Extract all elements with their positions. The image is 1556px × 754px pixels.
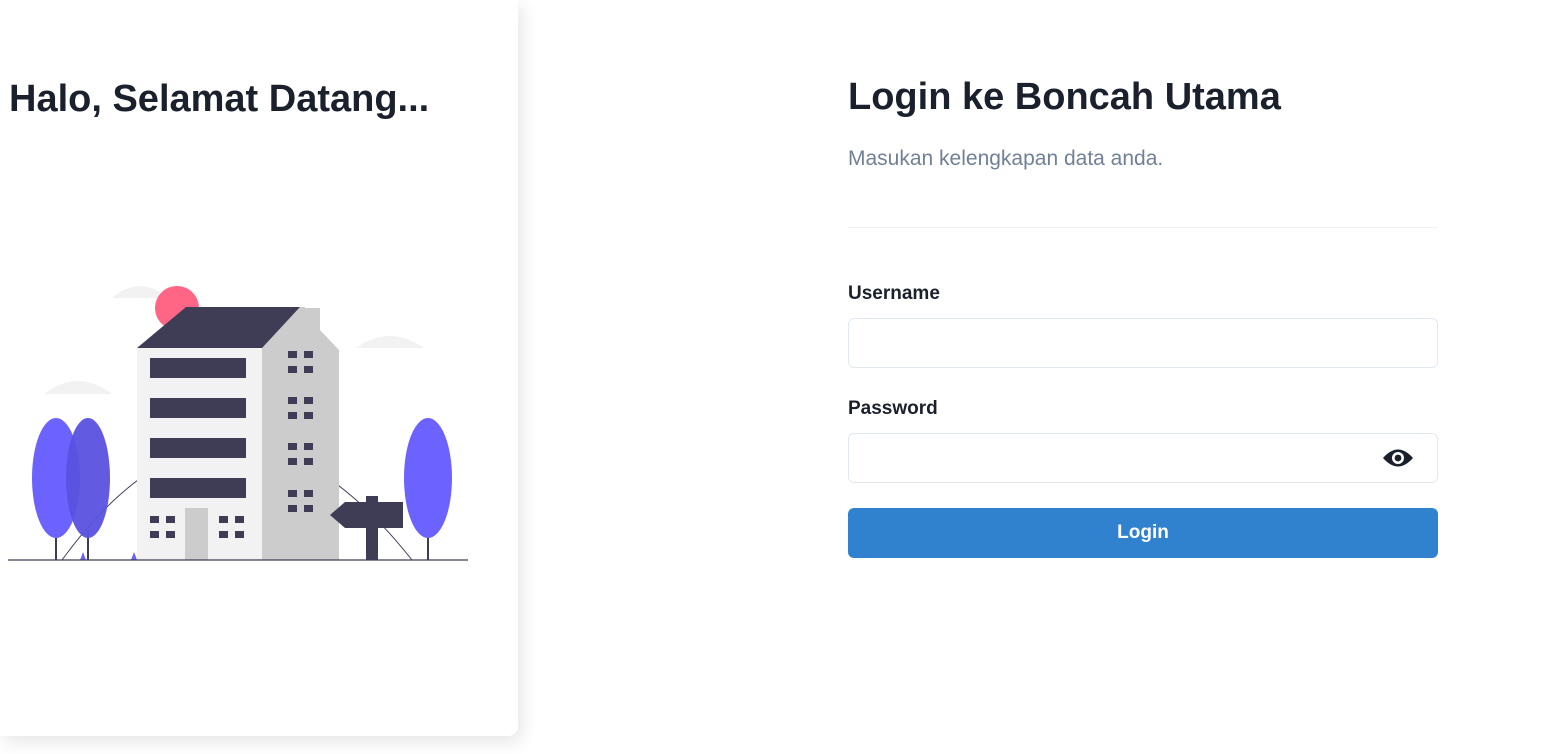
cloud-shape xyxy=(356,336,424,348)
login-subtitle: Masukan kelengkapan data anda. xyxy=(848,147,1164,170)
username-label: Username xyxy=(848,283,940,304)
login-button[interactable]: Login xyxy=(848,508,1438,558)
window-band xyxy=(150,358,246,378)
divider xyxy=(848,227,1438,228)
password-label: Password xyxy=(848,398,938,419)
eye-icon[interactable] xyxy=(1380,445,1416,471)
window-band xyxy=(150,398,246,418)
username-input[interactable] xyxy=(848,318,1438,368)
tree-shape xyxy=(404,418,452,538)
welcome-panel: Halo, Selamat Datang... xyxy=(0,0,518,736)
cloud-shape xyxy=(44,381,112,394)
welcome-title: Halo, Selamat Datang... xyxy=(9,78,430,120)
signpost-board xyxy=(330,502,403,528)
window-band xyxy=(150,438,246,458)
login-page: Halo, Selamat Datang... Login ke Boncah … xyxy=(0,0,1556,754)
window-band xyxy=(150,478,246,498)
building-side xyxy=(262,307,339,560)
login-title: Login ke Boncah Utama xyxy=(848,76,1281,118)
building-door xyxy=(185,508,208,560)
tree-shape xyxy=(66,418,110,538)
building-illustration xyxy=(8,286,468,561)
password-input[interactable] xyxy=(848,433,1438,483)
